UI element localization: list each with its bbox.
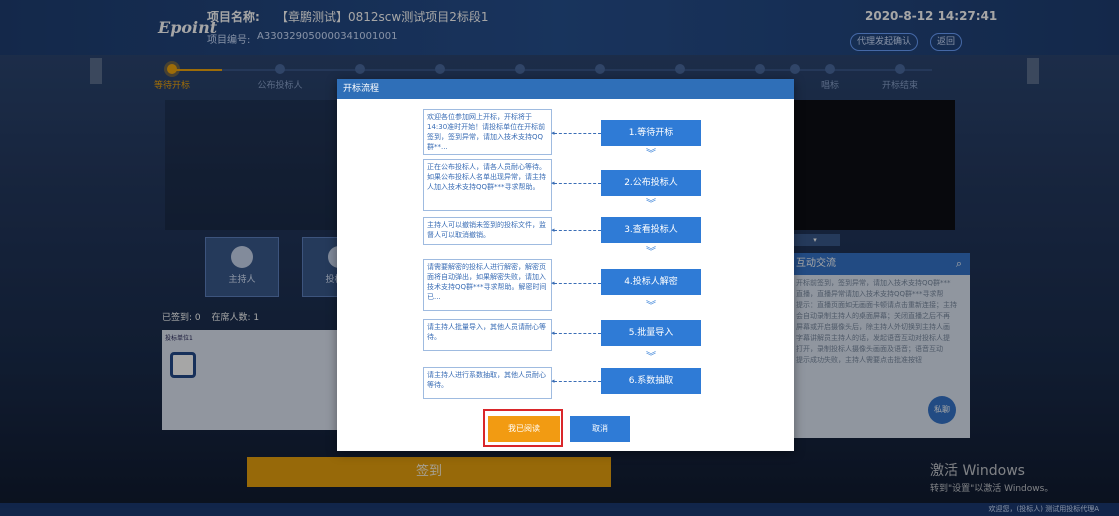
connector-line bbox=[554, 283, 601, 284]
stage-1-button[interactable]: 1.等待开标 bbox=[601, 120, 701, 146]
flow-chart: 欢迎各位参加网上开标，开标将于14:30准时开始！请投标单位在开标前签到，签到异… bbox=[337, 99, 794, 419]
stage-note: 请需要解密的投标人进行解密，解密页面将自动弹出，如果解密失败，请加入技术支持QQ… bbox=[423, 259, 552, 311]
connector-arrow-icon: ◂ bbox=[551, 329, 555, 337]
stage-note: 正在公布投标人，请各人员耐心等待。如果公布投标人名单出现异常，请主持人加入技术支… bbox=[423, 159, 552, 211]
dialog-title: 开标流程 bbox=[337, 79, 794, 99]
chevron-down-icon: ︾ bbox=[646, 247, 656, 258]
connector-arrow-icon: ◂ bbox=[551, 179, 555, 187]
connector-arrow-icon: ◂ bbox=[551, 226, 555, 234]
connector-arrow-icon: ◂ bbox=[551, 377, 555, 385]
connector-line bbox=[554, 381, 601, 382]
chevron-down-icon: ︾ bbox=[646, 149, 656, 160]
stage-2-button[interactable]: 2.公布投标人 bbox=[601, 170, 701, 196]
stage-5-button[interactable]: 5.批量导入 bbox=[601, 320, 701, 346]
connector-arrow-icon: ◂ bbox=[551, 279, 555, 287]
stage-note: 主持人可以撤销未签到的投标文件，监督人可以取消撤销。 bbox=[423, 217, 552, 245]
stage-6-button[interactable]: 6.系数抽取 bbox=[601, 368, 701, 394]
connector-line bbox=[554, 183, 601, 184]
connector-line bbox=[554, 230, 601, 231]
connector-line bbox=[554, 133, 601, 134]
dialog-footer: 我已阅读 取消 bbox=[337, 409, 794, 449]
stage-3-button[interactable]: 3.查看投标人 bbox=[601, 217, 701, 243]
connector-arrow-icon: ◂ bbox=[551, 129, 555, 137]
stage-note: 请主持人进行系数抽取，其他人员耐心等待。 bbox=[423, 367, 552, 399]
cancel-button[interactable]: 取消 bbox=[570, 416, 630, 442]
stage-note: 请主持人批量导入，其他人员请耐心等待。 bbox=[423, 319, 552, 351]
chevron-down-icon: ︾ bbox=[646, 301, 656, 312]
opening-flow-dialog: 开标流程 欢迎各位参加网上开标，开标将于14:30准时开始！请投标单位在开标前签… bbox=[337, 79, 794, 451]
chevron-down-icon: ︾ bbox=[646, 199, 656, 210]
stage-4-button[interactable]: 4.投标人解密 bbox=[601, 269, 701, 295]
chevron-down-icon: ︾ bbox=[646, 352, 656, 363]
stage-note: 欢迎各位参加网上开标，开标将于14:30准时开始！请投标单位在开标前签到，签到异… bbox=[423, 109, 552, 155]
connector-line bbox=[554, 333, 601, 334]
i-have-read-button[interactable]: 我已阅读 bbox=[488, 416, 560, 442]
